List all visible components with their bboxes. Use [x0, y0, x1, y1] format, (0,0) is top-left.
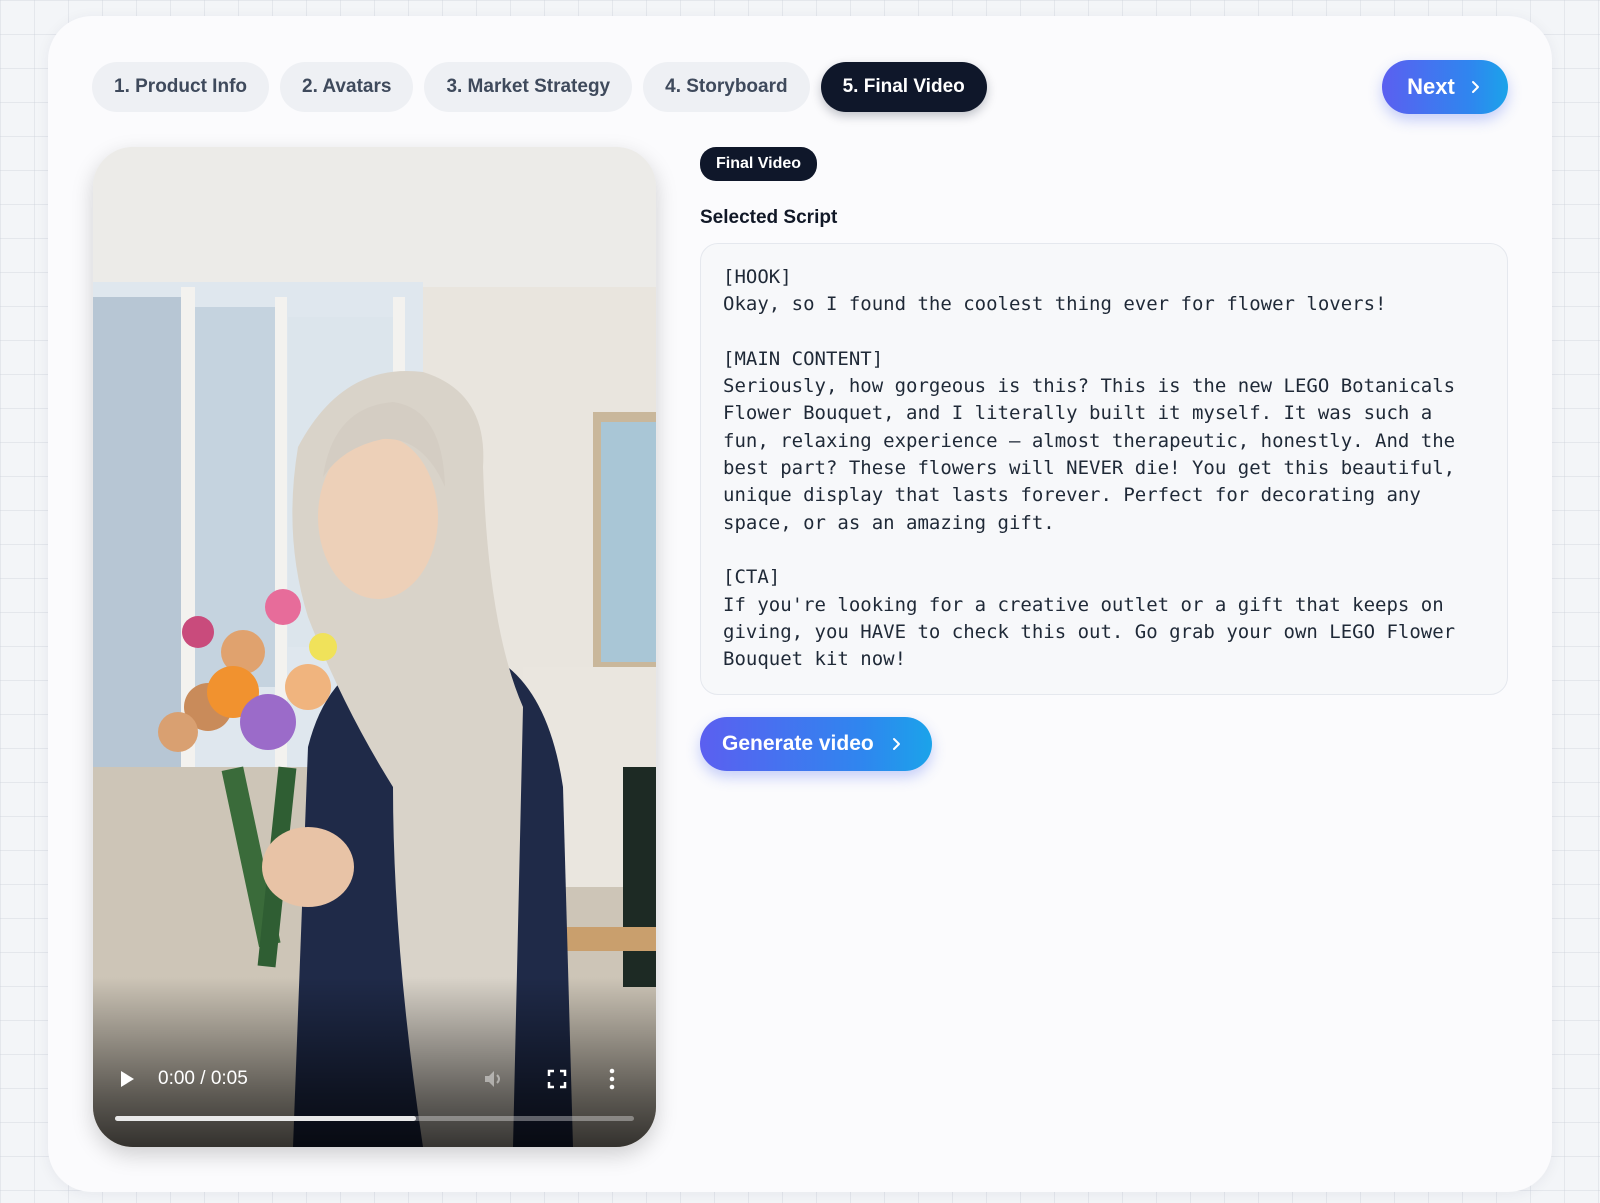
- tab-market-strategy[interactable]: 3. Market Strategy: [424, 62, 633, 112]
- generate-video-button[interactable]: Generate video: [700, 717, 932, 771]
- step-tabs: 1. Product Info 2. Avatars 3. Market Str…: [92, 62, 987, 112]
- video-progress-bar[interactable]: [115, 1116, 634, 1121]
- play-icon[interactable]: [117, 1069, 137, 1089]
- video-controls: 0:00 / 0:05: [93, 1059, 656, 1099]
- script-text[interactable]: [HOOK] Okay, so I found the coolest thin…: [700, 243, 1508, 695]
- next-button-label: Next: [1407, 74, 1455, 99]
- more-vert-icon[interactable]: [608, 1068, 616, 1090]
- tab-storyboard[interactable]: 4. Storyboard: [643, 62, 810, 112]
- video-progress-fill: [115, 1116, 417, 1121]
- volume-icon[interactable]: [482, 1067, 506, 1091]
- main-card: 1. Product Info 2. Avatars 3. Market Str…: [48, 16, 1552, 1192]
- final-video-badge: Final Video: [700, 147, 818, 181]
- section-title: Selected Script: [700, 207, 838, 228]
- script-panel: Final Video Selected Script [HOOK] Okay,…: [700, 147, 1508, 771]
- generate-video-label: Generate video: [722, 732, 874, 755]
- chevron-right-icon: [892, 738, 900, 750]
- video-player[interactable]: 0:00 / 0:05: [93, 147, 656, 1147]
- next-button[interactable]: Next: [1382, 60, 1508, 114]
- tab-avatars[interactable]: 2. Avatars: [280, 62, 414, 112]
- chevron-right-icon: [1471, 81, 1479, 93]
- fullscreen-icon[interactable]: [547, 1069, 567, 1089]
- tab-final-video[interactable]: 5. Final Video: [820, 62, 987, 112]
- video-time: 0:00 / 0:05: [158, 1068, 248, 1089]
- tab-product-info[interactable]: 1. Product Info: [92, 62, 269, 112]
